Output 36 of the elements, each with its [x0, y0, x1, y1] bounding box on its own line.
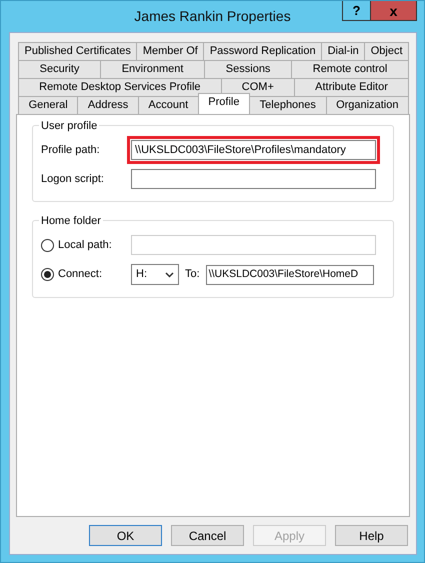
tab[interactable]: Telephones	[249, 96, 326, 114]
tab[interactable]: Password Replication	[203, 42, 322, 60]
radio-label: Local path:	[58, 238, 112, 253]
tab[interactable]: Member Of	[136, 42, 204, 60]
tab[interactable]: General	[18, 96, 78, 114]
chevron-icon	[165, 272, 174, 278]
tab[interactable]: Object	[364, 42, 410, 60]
radio-button[interactable]	[41, 268, 54, 281]
close-button[interactable]: x	[371, 1, 417, 21]
logon-script-field[interactable]	[131, 169, 376, 189]
tab[interactable]: Profile	[198, 93, 250, 114]
group-title: User profile	[39, 118, 100, 134]
home-path-field[interactable]: \\UKSLDC003\FileStore\HomeD	[206, 264, 374, 284]
profile-path-field[interactable]: \\UKSLDC003\FileStore\Profiles\mandatory	[131, 140, 376, 160]
tab[interactable]: Environment	[100, 60, 206, 78]
drive-dropdown[interactable]: H:	[131, 264, 179, 285]
field-label: Profile path:	[41, 142, 101, 158]
window-title: James Rankin Properties	[134, 7, 291, 26]
tab[interactable]: Account	[138, 96, 199, 114]
tab[interactable]: Address	[77, 96, 139, 114]
tab[interactable]: Remote Desktop Services Profile	[18, 78, 222, 96]
tab[interactable]: Dial-in	[321, 42, 366, 60]
tab[interactable]: Sessions	[204, 60, 292, 78]
tab[interactable]: Attribute Editor	[294, 78, 410, 96]
tab[interactable]: COM+	[220, 78, 295, 96]
tab[interactable]: Organization	[326, 96, 410, 114]
tab[interactable]: Published Certificates	[18, 42, 138, 60]
field-label: To:	[185, 267, 200, 282]
field-label: Logon script:	[41, 172, 105, 187]
tab[interactable]: Security	[18, 60, 102, 78]
radio-label: Connect:	[58, 267, 102, 282]
tab[interactable]: Remote control	[291, 60, 409, 78]
dialog-button[interactable]: Help	[335, 525, 408, 546]
help-button[interactable]: ?	[342, 1, 371, 21]
dialog-button[interactable]: OK	[89, 525, 162, 546]
dialog-button[interactable]: Cancel	[171, 525, 244, 546]
